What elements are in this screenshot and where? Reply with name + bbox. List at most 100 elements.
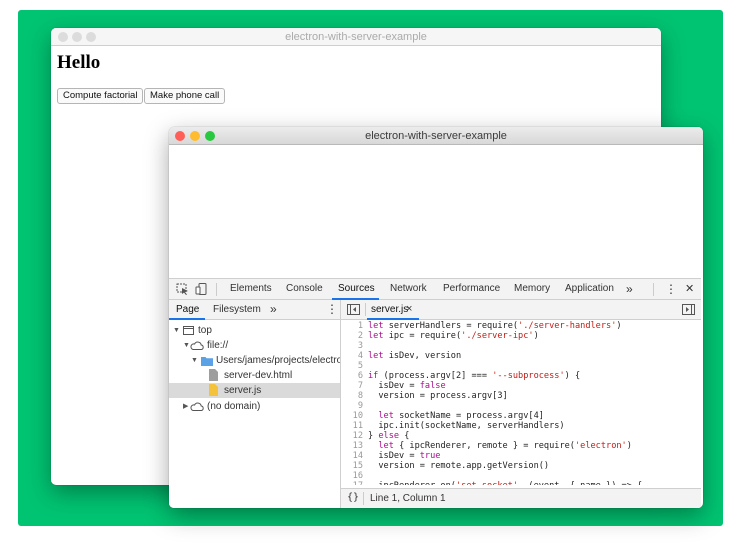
line-number[interactable]: 7 [341, 381, 363, 391]
code-line[interactable]: 12 } else { [341, 431, 701, 441]
frame-icon [183, 326, 194, 335]
expand-arrow-icon[interactable]: ▼ [183, 338, 190, 353]
tab-filesystem[interactable]: Filesystem [213, 300, 261, 319]
code-text: } else { [368, 431, 410, 441]
tab-application[interactable]: Application [565, 279, 614, 299]
expand-arrow-icon[interactable]: ▼ [173, 323, 180, 338]
tab-console[interactable]: Console [286, 279, 323, 299]
line-number[interactable]: 1 [341, 321, 363, 331]
device-toolbar-icon[interactable] [195, 283, 208, 295]
navigator-menu-icon[interactable]: ⋮ [326, 300, 338, 319]
line-number[interactable]: 12 [341, 431, 363, 441]
code-line[interactable]: 17 ipcRenderer.on('set-socket', (event, … [341, 481, 701, 485]
active-file-tab-indicator [367, 318, 419, 320]
code-line[interactable]: 16 [341, 471, 701, 481]
collapse-arrow-icon[interactable]: ▶ [183, 399, 188, 414]
front-window-titlebar[interactable]: electron-with-server-example [169, 127, 703, 145]
tree-item-folder[interactable]: ▼ Users/james/projects/electron- [169, 353, 340, 368]
code-line[interactable]: 13 let { ipcRenderer, remote } = require… [341, 441, 701, 451]
code-text: let isDev, version [368, 351, 462, 361]
tree-item-label: server.js [224, 385, 262, 396]
js-file-icon [209, 384, 218, 396]
tab-elements[interactable]: Elements [230, 279, 272, 299]
line-number[interactable]: 11 [341, 421, 363, 431]
close-file-tab-icon[interactable]: × [406, 300, 412, 319]
tree-item-server-dev-html[interactable]: server-dev.html [169, 368, 340, 383]
code-line[interactable]: 6 if (process.argv[2] === '--subprocess')… [341, 371, 701, 381]
tab-page[interactable]: Page [176, 300, 199, 319]
line-number[interactable]: 8 [341, 391, 363, 401]
cloud-icon [190, 402, 204, 411]
tree-item-server-js[interactable]: server.js [169, 383, 340, 398]
code-line[interactable]: 2 let ipc = require('./server-ipc') [341, 331, 701, 341]
expand-arrow-icon[interactable]: ▼ [191, 353, 198, 368]
more-navigator-tabs-button[interactable]: » [270, 300, 277, 319]
tab-performance[interactable]: Performance [443, 279, 500, 299]
tab-network[interactable]: Network [390, 279, 427, 299]
tab-sources[interactable]: Sources [338, 279, 375, 299]
code-text: version = process.argv[3] [368, 391, 508, 401]
code-line[interactable]: 15 version = remote.app.getVersion() [341, 461, 701, 471]
line-number[interactable]: 16 [341, 471, 363, 481]
tree-item-label: (no domain) [207, 401, 261, 412]
source-editor: server.js × 1 let serverHandlers = requir… [341, 300, 701, 508]
code-text: let ipc = require('./server-ipc') [368, 331, 539, 341]
tree-item-label: top [198, 325, 212, 336]
cursor-position: Line 1, Column 1 [370, 493, 446, 504]
tab-server-js[interactable]: server.js [371, 300, 408, 319]
code-line[interactable]: 11 ipc.init(socketName, serverHandlers) [341, 421, 701, 431]
back-window-title: electron-with-server-example [285, 31, 427, 43]
code-line[interactable]: 1 let serverHandlers = require('./server-… [341, 321, 701, 331]
line-number[interactable]: 15 [341, 461, 363, 471]
tree-item-no-domain[interactable]: ▶ (no domain) [169, 399, 340, 414]
code-text: ipcRenderer.on('set-socket', (event, { n… [368, 481, 642, 485]
page-viewport [169, 145, 703, 278]
toolbar-separator [216, 283, 217, 296]
line-number[interactable]: 3 [341, 341, 363, 351]
active-subtab-indicator [169, 318, 205, 320]
code-text: version = remote.app.getVersion() [368, 461, 550, 471]
toggle-debugger-icon[interactable] [682, 304, 695, 318]
line-number[interactable]: 4 [341, 351, 363, 361]
inspect-element-icon[interactable] [176, 283, 189, 295]
code-area[interactable]: 1 let serverHandlers = require('./server-… [341, 321, 701, 485]
line-number[interactable]: 13 [341, 441, 363, 451]
toggle-navigator-icon[interactable] [347, 304, 360, 318]
compute-factorial-button[interactable]: Compute factorial [57, 88, 144, 104]
front-window: electron-with-server-example Elements Co… [169, 127, 703, 508]
line-number[interactable]: 10 [341, 411, 363, 421]
devtools-toolbar: Elements Console Sources Network Perform… [169, 278, 701, 300]
tab-memory[interactable]: Memory [514, 279, 550, 299]
front-window-title: electron-with-server-example [365, 130, 507, 142]
tree-item-top[interactable]: ▼ top [169, 323, 340, 338]
line-number[interactable]: 5 [341, 361, 363, 371]
tree-item-label: file:// [207, 340, 229, 351]
code-line[interactable]: 5 [341, 361, 701, 371]
line-number[interactable]: 9 [341, 401, 363, 411]
make-phone-call-button[interactable]: Make phone call [144, 88, 226, 104]
code-line[interactable]: 7 isDev = false [341, 381, 701, 391]
line-number[interactable]: 6 [341, 371, 363, 381]
sources-navigator: Page Filesystem » ⋮ ▼ top ▼ file:// ▼ Us… [169, 300, 341, 508]
code-line[interactable]: 8 version = process.argv[3] [341, 391, 701, 401]
pretty-print-icon[interactable]: {} [347, 492, 359, 503]
code-line[interactable]: 9 [341, 401, 701, 411]
tree-item-file[interactable]: ▼ file:// [169, 338, 340, 353]
code-line[interactable]: 4 let isDev, version [341, 351, 701, 361]
line-number[interactable]: 2 [341, 331, 363, 341]
back-window-titlebar[interactable]: electron-with-server-example [51, 28, 661, 46]
file-icon [209, 369, 218, 381]
page-heading: Hello [57, 52, 101, 73]
more-tabs-button[interactable]: » [626, 279, 633, 299]
code-text: isDev = true [368, 451, 441, 461]
editor-tabs: server.js × [341, 300, 701, 320]
line-number[interactable]: 17 [341, 481, 363, 485]
devtools-close-icon[interactable]: ✕ [685, 279, 694, 299]
line-number[interactable]: 14 [341, 451, 363, 461]
toolbar-separator [363, 492, 364, 505]
code-text: isDev = false [368, 381, 446, 391]
code-line[interactable]: 3 [341, 341, 701, 351]
code-line[interactable]: 14 isDev = true [341, 451, 701, 461]
devtools-menu-icon[interactable]: ⋮ [665, 279, 677, 299]
code-line[interactable]: 10 let socketName = process.argv[4] [341, 411, 701, 421]
